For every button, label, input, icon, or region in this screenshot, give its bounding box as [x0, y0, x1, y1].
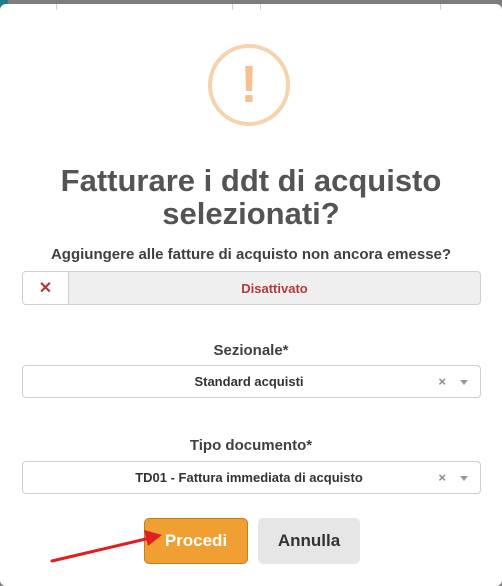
add-to-invoices-label: Aggiungere alle fatture di acquisto non … [50, 246, 452, 263]
close-icon[interactable]: ✕ [23, 272, 69, 304]
sezionale-label: Sezionale* [213, 342, 289, 359]
tipo-documento-select[interactable]: TD01 - Fattura immediata di acquisto × [22, 461, 481, 494]
divider [260, 4, 261, 10]
divider [440, 4, 441, 10]
procedi-button[interactable]: Procedi [144, 518, 248, 564]
tipo-documento-label: Tipo documento* [189, 437, 313, 454]
clear-icon[interactable]: × [438, 470, 446, 485]
dialog-title: Fatturare i ddt di acquisto selezionati? [60, 163, 442, 231]
exclamation-icon: ! [240, 56, 258, 114]
clear-icon[interactable]: × [438, 374, 446, 389]
sezionale-select[interactable]: Standard acquisti × [22, 365, 481, 398]
chevron-down-icon[interactable] [460, 476, 468, 481]
divider [232, 4, 233, 10]
warning-icon: ! [208, 44, 290, 126]
chevron-down-icon[interactable] [460, 380, 468, 385]
toggle-state-label: Disattivato [241, 280, 308, 296]
annulla-button[interactable]: Annulla [258, 518, 360, 564]
confirmation-dialog: ! Fatturare i ddt di acquisto selezionat… [0, 4, 502, 586]
background-table-edge [0, 4, 502, 10]
divider [56, 4, 57, 10]
tipo-documento-value: TD01 - Fattura immediata di acquisto [135, 470, 363, 485]
sezionale-value: Standard acquisti [194, 374, 304, 389]
add-to-invoices-toggle[interactable]: ✕ Disattivato [22, 271, 481, 305]
